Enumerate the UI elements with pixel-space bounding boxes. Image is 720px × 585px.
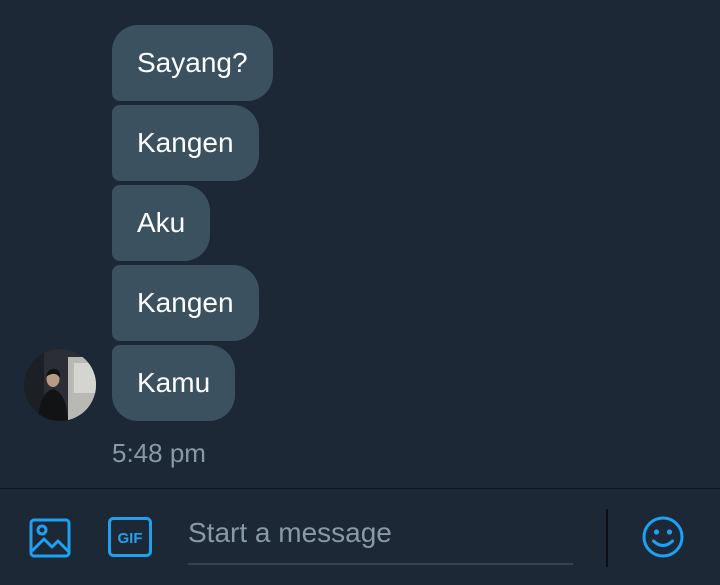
message-bubble[interactable]: Kangen	[112, 105, 259, 181]
dm-conversation-screen: Sayang? Kangen Aku Kangen Kamu 5:48 pm G…	[0, 0, 720, 585]
message-bubble[interactable]: Sayang?	[112, 25, 273, 101]
gif-icon[interactable]: GIF	[107, 516, 153, 558]
gif-label: GIF	[118, 530, 143, 547]
message-input-wrapper	[188, 507, 573, 565]
avatar[interactable]	[24, 349, 96, 421]
message-bubble[interactable]: Aku	[112, 185, 211, 261]
message-input[interactable]	[188, 507, 573, 559]
message-bubble[interactable]: Kangen	[112, 265, 259, 341]
message-timestamp: 5:48 pm	[112, 438, 206, 468]
message-bubble[interactable]: Kamu	[112, 345, 236, 421]
message-list: Sayang? Kangen Aku Kangen Kamu 5:48 pm	[0, 0, 720, 488]
avatar-photo	[24, 349, 96, 421]
message-composer: GIF	[0, 488, 720, 585]
smiley-icon[interactable]	[641, 515, 685, 559]
image-icon[interactable]	[28, 517, 72, 559]
composer-divider	[606, 509, 608, 567]
